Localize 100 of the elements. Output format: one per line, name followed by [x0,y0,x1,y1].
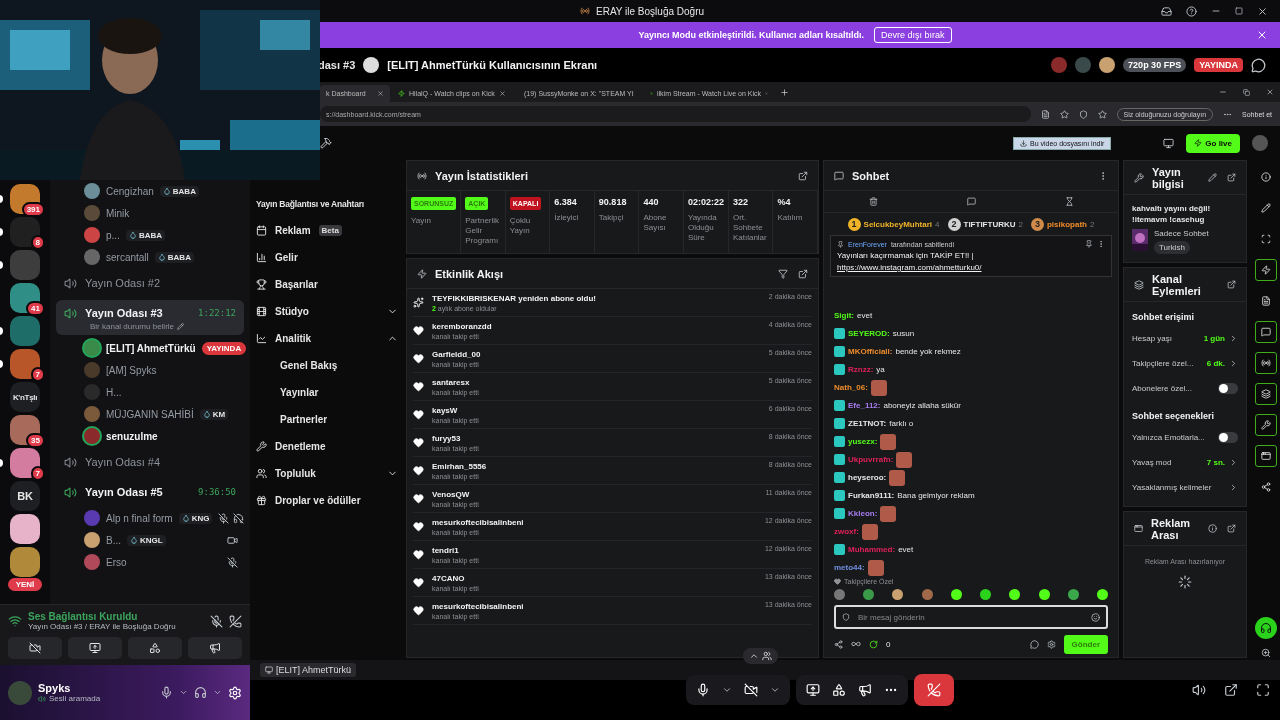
end-call-button[interactable] [914,674,955,706]
panel-toggle-button[interactable] [1254,352,1277,374]
toggle-switch[interactable] [1218,383,1238,394]
chevron-icon[interactable] [1229,359,1238,368]
disconnect-icon[interactable] [229,614,242,628]
caret-icon[interactable] [213,688,222,697]
member-name[interactable]: senuzulme [106,430,158,442]
server-icon[interactable] [10,283,40,313]
popout-icon[interactable] [798,268,808,279]
voice-location[interactable]: Yayın Odası #3 / ERAY ile Boşluğa Doğru [28,622,204,631]
emote-icon[interactable] [1038,588,1050,600]
send-button[interactable]: Gönder [1063,634,1108,654]
emote-icon[interactable] [950,588,962,600]
member-name[interactable]: [ELIT] AhmetTürkü [106,342,196,354]
chat-username[interactable]: MKOfficiall: [848,347,893,356]
fullscreen-icon[interactable] [1256,683,1270,697]
caret-icon[interactable] [770,685,781,695]
caret-icon[interactable] [722,685,733,695]
panel-toggle-button[interactable] [1254,414,1277,436]
screen-share-button[interactable] [68,637,122,659]
settings-icon[interactable] [1046,639,1056,649]
member-name[interactable]: B... [106,534,121,546]
nav-item[interactable]: Droplar ve ödüller [254,487,398,514]
popout-icon[interactable] [1227,280,1236,289]
emote-icon[interactable] [1067,588,1079,600]
toggle-switch[interactable] [1218,432,1238,443]
chat-username[interactable]: Kkleon: [848,509,878,518]
voice-channel[interactable]: Yayın Odası #2 [56,270,244,296]
nav-item[interactable]: Stüdyo [254,298,398,325]
voice-channel[interactable]: Yayın Odası #3 1:22:12 Bir kanal durumu belirle [56,300,244,335]
emote-icon[interactable] [1009,588,1021,600]
member-name[interactable]: Cengizhan [106,185,154,197]
server-icon[interactable] [10,514,40,544]
emote-icon[interactable] [1096,588,1108,600]
message-input[interactable]: Bir mesaj gönderin [856,611,1085,623]
emote-icon[interactable] [980,588,992,600]
soundboard-icon[interactable] [858,683,873,697]
member-name[interactable]: p... [106,229,120,241]
share-icon[interactable] [834,639,843,649]
go-live-button[interactable]: Go live [1186,133,1240,153]
filter-icon[interactable] [778,268,788,279]
nav-subitem[interactable]: Yayınlar [254,379,398,406]
inbox-icon[interactable] [1161,5,1172,17]
screen-share-icon[interactable] [806,683,821,697]
chat-username[interactable]: heyseroo: [848,473,887,482]
camera-button[interactable] [8,637,62,659]
volume-icon[interactable] [1192,683,1206,697]
chat-username[interactable]: meto44: [834,563,865,572]
chevron-icon[interactable] [1229,334,1238,343]
hammer-icon[interactable] [320,137,332,149]
server-icon[interactable] [10,217,40,247]
nav-subitem[interactable]: Genel Bakış [254,352,398,379]
info-icon[interactable] [1208,524,1217,533]
zoom-icon[interactable] [1260,648,1271,658]
caret-icon[interactable] [179,688,188,697]
close-icon[interactable] [1257,5,1268,17]
member-name[interactable]: sercantall [106,251,149,263]
chat-username[interactable]: yusezx: [848,437,878,446]
mic-icon[interactable] [160,686,173,699]
chat-icon[interactable] [1029,639,1039,649]
nav-item[interactable]: Analitik [254,325,398,352]
popout-icon[interactable] [1224,683,1238,697]
chevron-icon[interactable] [1229,458,1238,467]
nav-item[interactable]: Başarılar [254,271,398,298]
popout-icon[interactable] [798,170,808,181]
maximize-icon[interactable] [1235,7,1243,15]
server-icon[interactable]: BK [10,481,40,511]
screen-icon[interactable] [1163,137,1175,149]
avatar[interactable] [1252,135,1268,151]
chat-username[interactable]: Furkan9111: [848,491,895,500]
chat-username[interactable]: SEYEROD: [848,329,890,338]
disable-button[interactable]: Devre dışı bırak [874,27,952,43]
collapse-button[interactable] [743,648,778,664]
member-name[interactable]: Erso [106,556,127,568]
server-icon[interactable] [10,448,40,478]
restore-icon[interactable] [1243,88,1250,96]
chat-username[interactable]: Efe_112: [848,401,881,410]
new-badge[interactable]: YENİ [7,578,43,591]
voice-channel[interactable]: Yayın Odası #5 9:36:50 [56,479,244,505]
close-icon[interactable] [1266,88,1274,96]
member-name[interactable]: H... [106,386,122,398]
chat-username[interactable]: Sigit: [834,311,854,320]
voice-channel[interactable]: Yayın Odası #4 [56,449,244,475]
activity-icon[interactable] [832,683,847,697]
chat-username[interactable]: Ukpuvrrafn: [848,455,894,464]
pencil-icon[interactable] [1208,173,1217,182]
popout-icon[interactable] [1227,524,1236,533]
close-icon[interactable] [499,90,506,97]
new-tab-icon[interactable] [780,87,789,97]
trash-icon[interactable] [868,197,878,206]
chat-username[interactable]: zwoxf: [834,527,859,536]
close-icon[interactable] [1256,29,1268,41]
hourglass-icon[interactable] [1064,197,1074,206]
mic-icon[interactable] [696,683,711,697]
pencil-icon[interactable] [177,323,185,330]
nav-item[interactable]: Reklam Beta [254,217,398,244]
soundboard-button[interactable] [188,637,242,659]
chevron-icon[interactable] [1229,483,1238,492]
camera-off-icon[interactable] [744,683,759,697]
member-name[interactable]: MÜJGANIN SAHİBİ [106,408,194,420]
